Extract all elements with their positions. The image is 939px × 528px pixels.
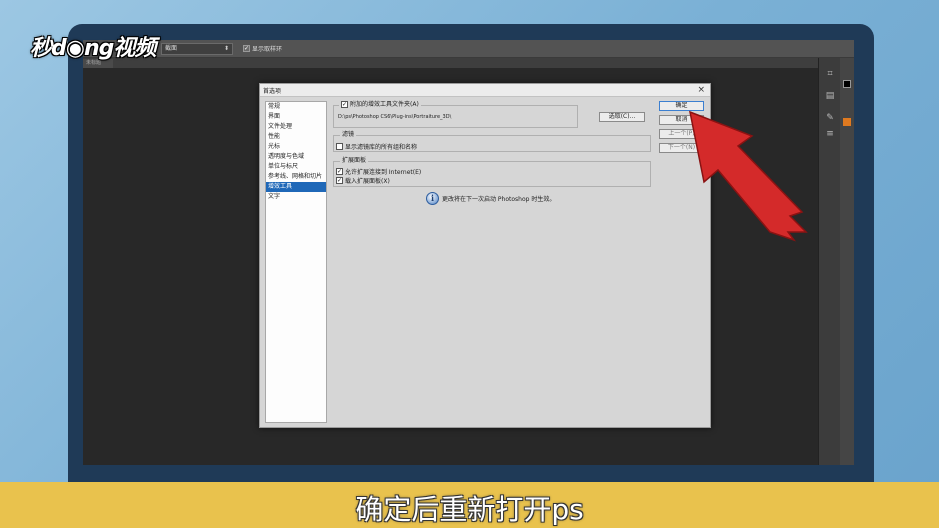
ok-button[interactable]: 确定 — [659, 101, 704, 111]
plugins-path: D:\ps\Photoshop CS6\Plug-ins\Portraiture… — [338, 114, 452, 120]
dialog-titlebar: 首选项 × — [260, 84, 710, 97]
restart-notice-text: 更改将在下一次启动 Photoshop 时生效。 — [442, 196, 556, 203]
color-panel — [840, 58, 854, 465]
additional-plugins-label: 附加的增效工具文件夹(A) — [350, 101, 419, 108]
previous-button[interactable]: 上一个(P) — [659, 129, 704, 139]
category-guides[interactable]: 参考线、网格和切片 — [266, 172, 326, 182]
show-sampling-ring-label: 显示取样环 — [252, 46, 283, 53]
category-performance[interactable]: 性能 — [266, 132, 326, 142]
sample-size-value: 截面 — [165, 45, 178, 52]
chevron-down-icon: ⬍ — [223, 45, 229, 52]
brush-icon[interactable]: ✎ — [824, 112, 836, 124]
choose-folder-button[interactable]: 选取(C)... — [599, 112, 645, 122]
category-type[interactable]: 文字 — [266, 192, 326, 202]
panel-toolbar: ⌗ ▤ ✎ ≡ — [818, 58, 840, 465]
category-file-handling[interactable]: 文件处理 — [266, 122, 326, 132]
show-all-filter-groups-checkbox[interactable]: 显示滤镜库的所有组和名称 — [336, 142, 417, 151]
additional-plugins-checkbox[interactable]: ✓ 附加的增效工具文件夹(A) — [339, 101, 421, 108]
restart-notice: i 更改将在下一次启动 Photoshop 时生效。 — [426, 192, 555, 205]
category-plugins[interactable]: 增效工具 — [266, 182, 326, 192]
foreground-swatch[interactable] — [843, 80, 851, 88]
load-extensions-label: 载入扩展面板(X) — [345, 178, 390, 185]
cancel-button[interactable]: 取消 — [659, 115, 704, 125]
photoshop-window: 截面 ⬍ ✓ 显示取样环 未标题 ⌗ ▤ ✎ ≡ 首选项 × 常规 界面 文件处… — [83, 40, 854, 465]
properties-icon[interactable]: ≡ — [824, 128, 836, 140]
category-interface[interactable]: 界面 — [266, 112, 326, 122]
checkbox-checked-icon: ✓ — [336, 168, 343, 175]
caption-text: 确定后重新打开ps — [355, 493, 584, 526]
category-list: 常规 界面 文件处理 性能 光标 透明度与色域 单位与标尺 参考线、网格和切片 … — [265, 101, 327, 423]
show-all-filter-groups-label: 显示滤镜库的所有组和名称 — [345, 144, 418, 151]
next-button[interactable]: 下一个(N) — [659, 143, 704, 153]
accent-swatch[interactable] — [843, 118, 851, 126]
info-icon: i — [426, 192, 439, 205]
checkbox-checked-icon: ✓ — [341, 101, 348, 108]
logo: 秒d◉ng视频 — [30, 36, 156, 61]
history-icon[interactable]: ⌗ — [824, 68, 836, 80]
sample-size-select[interactable]: 截面 ⬍ — [161, 43, 233, 55]
close-icon[interactable]: × — [697, 84, 705, 96]
category-units[interactable]: 单位与标尺 — [266, 162, 326, 172]
actions-icon[interactable]: ▤ — [824, 90, 836, 102]
category-transparency[interactable]: 透明度与色域 — [266, 152, 326, 162]
category-cursors[interactable]: 光标 — [266, 142, 326, 152]
document-tab-bar: 未标题 — [83, 58, 854, 68]
category-general[interactable]: 常规 — [266, 102, 326, 112]
filters-group-title: 滤镜 — [340, 131, 357, 138]
checkbox-checked-icon: ✓ — [336, 177, 343, 184]
dialog-title: 首选项 — [263, 88, 282, 95]
load-extensions-checkbox[interactable]: ✓ 载入扩展面板(X) — [336, 176, 390, 185]
allow-internet-checkbox[interactable]: ✓ 允许扩展连接到 Internet(E) — [336, 167, 421, 176]
options-bar: 截面 ⬍ ✓ 显示取样环 — [83, 40, 854, 58]
show-sampling-ring-checkbox[interactable]: ✓ 显示取样环 — [243, 44, 282, 53]
extensions-group-title: 扩展面板 — [340, 157, 369, 164]
checkbox-unchecked-icon — [336, 143, 343, 150]
allow-internet-label: 允许扩展连接到 Internet(E) — [345, 169, 422, 176]
checkbox-icon: ✓ — [243, 45, 250, 52]
preferences-dialog: 首选项 × 常规 界面 文件处理 性能 光标 透明度与色域 单位与标尺 参考线、… — [259, 83, 711, 428]
